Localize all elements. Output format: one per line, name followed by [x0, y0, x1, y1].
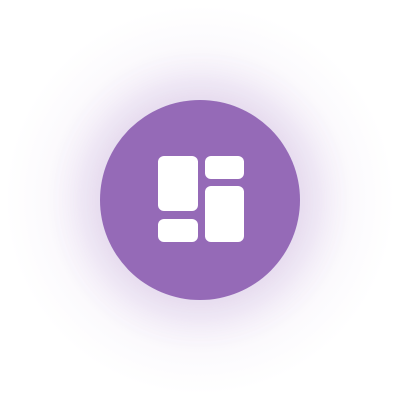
dashboard-tile-bottom-right — [205, 186, 244, 242]
icon-canvas — [0, 0, 400, 400]
dashboard-tile-bottom-left — [158, 219, 198, 242]
dashboard-app-button[interactable] — [100, 100, 300, 300]
dashboard-tile-top-left — [158, 156, 198, 211]
dashboard-tile-top-right — [205, 156, 244, 179]
dashboard-layout-icon — [158, 156, 244, 242]
